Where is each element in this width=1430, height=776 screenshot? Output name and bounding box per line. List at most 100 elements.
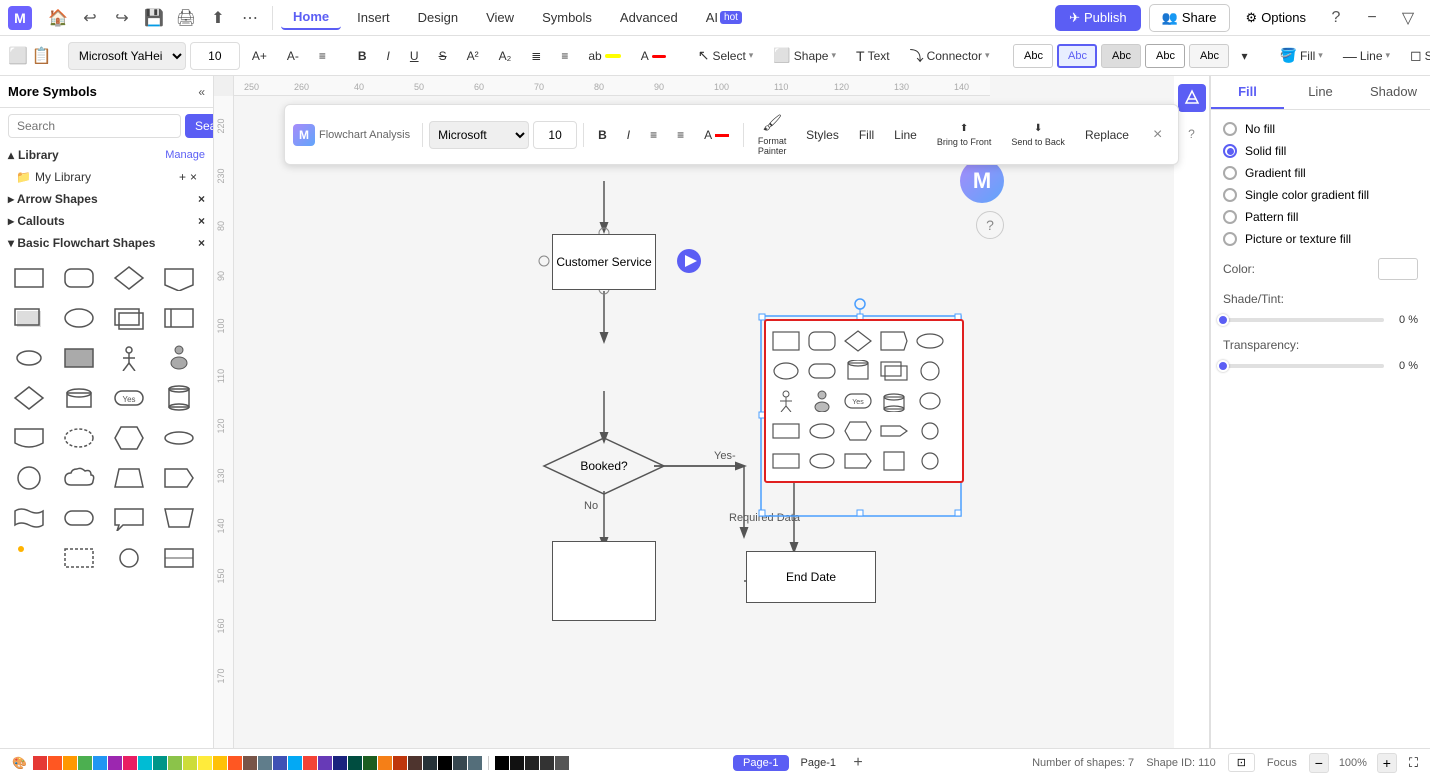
palette-dark-amber[interactable] [378,756,392,770]
palette-dark-orange[interactable] [393,756,407,770]
page1-inactive[interactable]: Page-1 [793,755,844,771]
sp-oval3[interactable] [808,417,836,445]
arrow-shapes-section[interactable]: ▸ Arrow Shapes × [0,188,213,210]
strikethrough-btn[interactable]: S [431,45,455,67]
close-library-btn[interactable]: × [190,170,197,184]
shape-rectangle[interactable] [8,260,50,296]
shape-circle[interactable] [8,460,50,496]
shape-rect-bottom[interactable] [8,420,50,456]
shape-callout[interactable] [108,500,150,536]
palette-amber2[interactable] [213,756,227,770]
sp-rect[interactable] [772,327,800,355]
shape-drum[interactable] [158,380,200,416]
font-size-input[interactable] [190,42,240,70]
shape-shadow-rect[interactable] [8,300,50,336]
shape-oval[interactable] [58,300,100,336]
shape-decision2[interactable] [8,380,50,416]
sp-yes[interactable]: Yes [844,387,872,415]
palette-purple[interactable] [108,756,122,770]
ft-styles-btn[interactable]: Styles [798,124,847,146]
shape-person-shadow[interactable] [158,340,200,376]
sp-hex[interactable] [844,417,872,445]
add-page-btn[interactable]: + [848,753,868,773]
decrease-font-btn[interactable]: A- [279,45,307,67]
shade-slider-thumb[interactable] [1217,314,1229,326]
styles-expand-btn[interactable]: ▾ [1233,45,1255,67]
palette-yellow[interactable] [198,756,212,770]
fill-option-solid[interactable]: Solid fill [1223,144,1418,158]
style-swatch-1[interactable]: Abc [1013,44,1053,68]
customer-service-box[interactable]: Customer Service [552,234,656,290]
shape-circle2[interactable] [108,540,150,576]
palette-dark-grey[interactable] [423,756,437,770]
palette-blue-grey[interactable] [258,756,272,770]
superscript-btn[interactable]: A² [459,45,487,67]
palette-dark-teal[interactable] [348,756,362,770]
page1-tab[interactable]: Page-1 [733,755,788,771]
sp-drum2[interactable] [844,357,872,385]
palette-black[interactable] [438,756,452,770]
home-nav-icon[interactable]: 🏠 [44,4,72,32]
shape-man-figure[interactable] [108,340,150,376]
list-btn[interactable]: ≣ [523,45,549,67]
subscript-btn[interactable]: A₂ [491,45,520,67]
ft-font-select[interactable]: Microsoft [429,121,529,149]
palette-blue[interactable] [93,756,107,770]
sp-drum3[interactable] [916,387,944,415]
ft-fill-btn[interactable]: Fill [851,124,882,146]
fill-panel-icon[interactable] [1178,84,1206,112]
ft-align2-btn[interactable]: ≡ [669,124,692,146]
dark-swatch5[interactable] [555,756,569,770]
shape-dashed-rect[interactable] [58,540,100,576]
nav-tab-home[interactable]: Home [281,5,341,30]
fit-page-btn[interactable]: ⊡ [1228,753,1255,772]
manage-library-btn[interactable]: Manage [165,149,205,161]
align-btn[interactable]: ≡ [311,45,334,67]
shape-oval-dashed[interactable] [58,420,100,456]
fill-option-single-gradient[interactable]: Single color gradient fill [1223,188,1418,202]
palette-amber[interactable] [63,756,77,770]
sp-arrow-right[interactable] [880,417,908,445]
palette-brown[interactable] [243,756,257,770]
canvas-area[interactable]: 250 260 40 50 60 70 80 90 100 110 120 13… [214,76,1210,748]
palette-charcoal[interactable] [453,756,467,770]
sp-rounded[interactable] [808,327,836,355]
fill-option-picture[interactable]: Picture or texture fill [1223,232,1418,246]
style-swatch-5[interactable]: Abc [1189,44,1229,68]
help-btn[interactable]: ? [1322,4,1350,32]
nav-tab-insert[interactable]: Insert [345,6,402,29]
options-button[interactable]: ⚙Options [1238,5,1314,31]
sp-hex2[interactable] [844,447,872,475]
redo-btn[interactable]: ↪ [108,4,136,32]
palette-indigo[interactable] [273,756,287,770]
palette-lime[interactable] [183,756,197,770]
search-button[interactable]: Search [185,114,214,138]
palette-pink[interactable] [123,756,137,770]
shade-slider-track[interactable] [1223,318,1384,322]
ft-line-btn[interactable]: Line [886,124,925,146]
empty-box[interactable] [552,541,656,621]
close-callouts-btn[interactable]: × [198,214,205,228]
sp-person2[interactable] [808,387,836,415]
palette-navy[interactable] [333,756,347,770]
style-swatch-3[interactable]: Abc [1101,44,1141,68]
shape-cloud[interactable] [58,460,100,496]
palette-teal[interactable] [153,756,167,770]
ft-close-btn[interactable]: × [1145,122,1170,148]
dark-swatch1[interactable] [495,756,509,770]
shape-pentagon[interactable] [158,260,200,296]
palette-dark-green[interactable] [363,756,377,770]
zoom-in-btn[interactable]: + [1377,753,1397,773]
bold-btn[interactable]: B [350,45,375,67]
share-button[interactable]: 👥Share [1149,4,1230,32]
shadow-tb-btn[interactable]: ◻ Shadow ▾ [1402,43,1430,68]
transparency-slider-thumb[interactable] [1217,360,1229,372]
palette-cyan[interactable] [138,756,152,770]
ft-bring-front-btn[interactable]: ⬆ Bring to Front [929,119,1000,151]
dark-swatch4[interactable] [540,756,554,770]
fill-option-pattern[interactable]: Pattern fill [1223,210,1418,224]
style-swatch-4[interactable]: Abc [1145,44,1185,68]
shape-trapezoid2[interactable] [158,500,200,536]
align2-btn[interactable]: ≡ [553,45,576,67]
dark-swatch3[interactable] [525,756,539,770]
